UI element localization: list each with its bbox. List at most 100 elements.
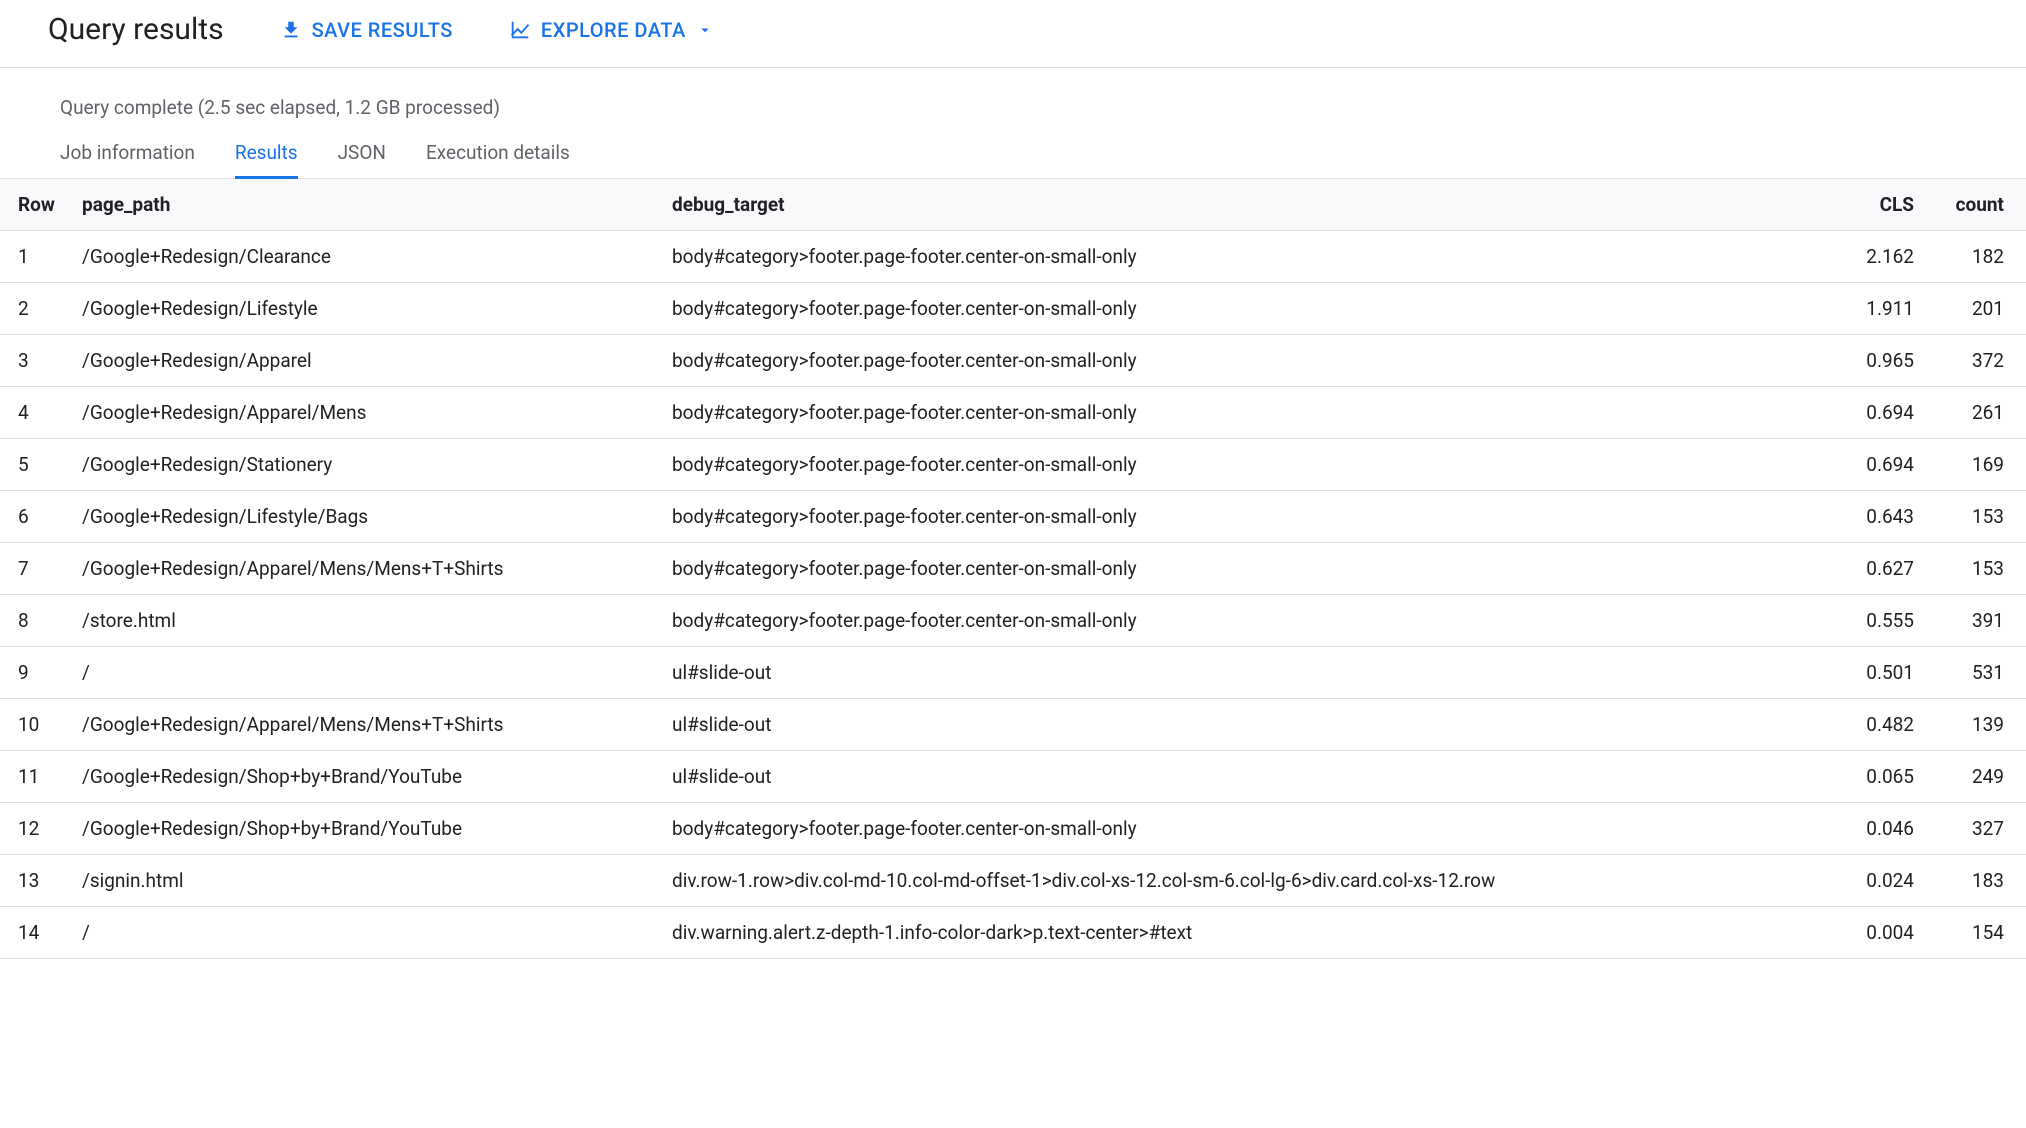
table-row[interactable]: 14/div.warning.alert.z-depth-1.info-colo… (0, 907, 2026, 959)
cell-row: 6 (0, 491, 70, 543)
cell-count: 391 (1926, 595, 2026, 647)
cell-row: 13 (0, 855, 70, 907)
cell-debug-target: body#category>footer.page-footer.center-… (660, 283, 1826, 335)
table-row[interactable]: 3/Google+Redesign/Apparelbody#category>f… (0, 335, 2026, 387)
cell-count: 372 (1926, 335, 2026, 387)
table-row[interactable]: 2/Google+Redesign/Lifestylebody#category… (0, 283, 2026, 335)
cell-debug-target: body#category>footer.page-footer.center-… (660, 543, 1826, 595)
cell-row: 10 (0, 699, 70, 751)
cell-page-path: /Google+Redesign/Stationery (70, 439, 660, 491)
col-debug-target: debug_target (660, 179, 1826, 231)
cell-cls: 0.965 (1826, 335, 1926, 387)
cell-cls: 1.911 (1826, 283, 1926, 335)
cell-debug-target: ul#slide-out (660, 647, 1826, 699)
results-header: Query results SAVE RESULTS EXPLORE DATA (0, 0, 2026, 68)
table-row[interactable]: 13/signin.htmldiv.row-1.row>div.col-md-1… (0, 855, 2026, 907)
table-row[interactable]: 4/Google+Redesign/Apparel/Mensbody#categ… (0, 387, 2026, 439)
cell-page-path: /Google+Redesign/Lifestyle (70, 283, 660, 335)
cell-row: 3 (0, 335, 70, 387)
download-icon (280, 19, 302, 41)
cell-cls: 0.004 (1826, 907, 1926, 959)
cell-debug-target: body#category>footer.page-footer.center-… (660, 803, 1826, 855)
cell-row: 5 (0, 439, 70, 491)
tab-json[interactable]: JSON (338, 141, 386, 178)
cell-page-path: /Google+Redesign/Apparel (70, 335, 660, 387)
cell-debug-target: body#category>footer.page-footer.center-… (660, 335, 1826, 387)
col-page-path: page_path (70, 179, 660, 231)
cell-page-path: /Google+Redesign/Apparel/Mens/Mens+T+Shi… (70, 543, 660, 595)
cell-debug-target: ul#slide-out (660, 751, 1826, 803)
table-row[interactable]: 1/Google+Redesign/Clearancebody#category… (0, 231, 2026, 283)
tab-results[interactable]: Results (235, 141, 298, 178)
cell-count: 169 (1926, 439, 2026, 491)
cell-page-path: /Google+Redesign/Shop+by+Brand/YouTube (70, 751, 660, 803)
cell-cls: 0.024 (1826, 855, 1926, 907)
cell-count: 261 (1926, 387, 2026, 439)
cell-count: 249 (1926, 751, 2026, 803)
results-table: Row page_path debug_target CLS count 1/G… (0, 179, 2026, 959)
tab-job-information[interactable]: Job information (60, 141, 195, 178)
cell-page-path: /Google+Redesign/Clearance (70, 231, 660, 283)
cell-cls: 0.643 (1826, 491, 1926, 543)
cell-debug-target: div.warning.alert.z-depth-1.info-color-d… (660, 907, 1826, 959)
cell-debug-target: body#category>footer.page-footer.center-… (660, 439, 1826, 491)
cell-count: 139 (1926, 699, 2026, 751)
cell-row: 12 (0, 803, 70, 855)
tab-execution-details[interactable]: Execution details (426, 141, 570, 178)
table-row[interactable]: 8/store.htmlbody#category>footer.page-fo… (0, 595, 2026, 647)
cell-row: 1 (0, 231, 70, 283)
col-count: count (1926, 179, 2026, 231)
cell-count: 182 (1926, 231, 2026, 283)
cell-count: 531 (1926, 647, 2026, 699)
cell-row: 11 (0, 751, 70, 803)
col-row: Row (0, 179, 70, 231)
cell-cls: 0.065 (1826, 751, 1926, 803)
table-row[interactable]: 11/Google+Redesign/Shop+by+Brand/YouTube… (0, 751, 2026, 803)
cell-count: 153 (1926, 543, 2026, 595)
cell-page-path: /Google+Redesign/Lifestyle/Bags (70, 491, 660, 543)
cell-page-path: /Google+Redesign/Shop+by+Brand/YouTube (70, 803, 660, 855)
cell-count: 201 (1926, 283, 2026, 335)
cell-debug-target: body#category>footer.page-footer.center-… (660, 491, 1826, 543)
cell-cls: 0.627 (1826, 543, 1926, 595)
cell-row: 4 (0, 387, 70, 439)
cell-page-path: / (70, 647, 660, 699)
page-title: Query results (48, 12, 224, 47)
cell-row: 7 (0, 543, 70, 595)
cell-page-path: / (70, 907, 660, 959)
cell-cls: 0.046 (1826, 803, 1926, 855)
cell-cls: 0.694 (1826, 387, 1926, 439)
cell-count: 154 (1926, 907, 2026, 959)
cell-debug-target: body#category>footer.page-footer.center-… (660, 231, 1826, 283)
table-row[interactable]: 12/Google+Redesign/Shop+by+Brand/YouTube… (0, 803, 2026, 855)
cell-row: 14 (0, 907, 70, 959)
cell-page-path: /Google+Redesign/Apparel/Mens (70, 387, 660, 439)
table-row[interactable]: 10/Google+Redesign/Apparel/Mens/Mens+T+S… (0, 699, 2026, 751)
table-header-row: Row page_path debug_target CLS count (0, 179, 2026, 231)
cell-cls: 0.501 (1826, 647, 1926, 699)
cell-cls: 0.482 (1826, 699, 1926, 751)
explore-data-button[interactable]: EXPLORE DATA (509, 18, 714, 42)
query-status: Query complete (2.5 sec elapsed, 1.2 GB … (0, 68, 2026, 119)
cell-debug-target: ul#slide-out (660, 699, 1826, 751)
table-row[interactable]: 9/ul#slide-out0.501531 (0, 647, 2026, 699)
cell-cls: 0.694 (1826, 439, 1926, 491)
table-row[interactable]: 6/Google+Redesign/Lifestyle/Bagsbody#cat… (0, 491, 2026, 543)
cell-debug-target: body#category>footer.page-footer.center-… (660, 387, 1826, 439)
result-tabs: Job information Results JSON Execution deta… (0, 119, 2026, 179)
cell-debug-target: body#category>footer.page-footer.center-… (660, 595, 1826, 647)
chart-icon (509, 19, 531, 41)
save-results-button[interactable]: SAVE RESULTS (280, 18, 453, 42)
cell-page-path: /Google+Redesign/Apparel/Mens/Mens+T+Shi… (70, 699, 660, 751)
cell-row: 2 (0, 283, 70, 335)
cell-page-path: /store.html (70, 595, 660, 647)
cell-row: 8 (0, 595, 70, 647)
cell-debug-target: div.row-1.row>div.col-md-10.col-md-offse… (660, 855, 1826, 907)
cell-cls: 0.555 (1826, 595, 1926, 647)
dropdown-arrow-icon (696, 21, 714, 39)
save-results-label: SAVE RESULTS (312, 18, 453, 42)
table-row[interactable]: 5/Google+Redesign/Stationerybody#categor… (0, 439, 2026, 491)
table-row[interactable]: 7/Google+Redesign/Apparel/Mens/Mens+T+Sh… (0, 543, 2026, 595)
col-cls: CLS (1826, 179, 1926, 231)
explore-data-label: EXPLORE DATA (541, 18, 686, 42)
